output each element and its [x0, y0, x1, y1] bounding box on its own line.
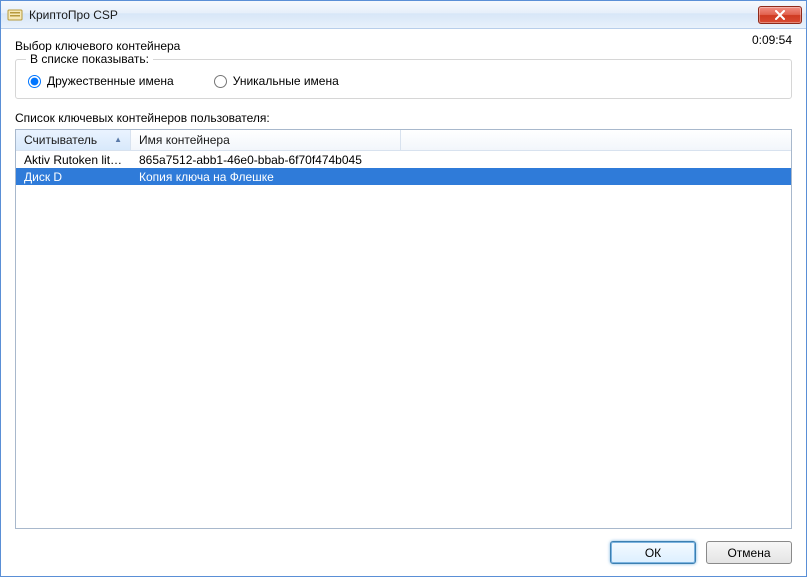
column-header-spacer: [401, 130, 791, 150]
listview-header: Считыватель ▲ Имя контейнера: [16, 130, 791, 151]
cell-reader: Диск D: [16, 170, 131, 184]
radio-friendly-label: Дружественные имена: [47, 74, 174, 88]
column-header-container-name[interactable]: Имя контейнера: [131, 130, 401, 150]
table-row[interactable]: Aktiv Rutoken lite 0865a7512-abb1-46e0-b…: [16, 151, 791, 168]
radio-unique-input[interactable]: [214, 75, 227, 88]
dialog-window: КриптоПро CSP 0:09:54 Выбор ключевого ко…: [0, 0, 807, 577]
app-icon: [7, 7, 23, 23]
sort-ascending-icon: ▲: [114, 135, 122, 144]
column-header-reader[interactable]: Считыватель ▲: [16, 130, 131, 150]
filter-groupbox: В списке показывать: Дружественные имена…: [15, 59, 792, 99]
cell-container-name: Копия ключа на Флешке: [131, 170, 401, 184]
section-title: Выбор ключевого контейнера: [15, 39, 792, 53]
radio-unique-names[interactable]: Уникальные имена: [214, 74, 339, 88]
ok-button[interactable]: ОК: [610, 541, 696, 564]
container-listview[interactable]: Считыватель ▲ Имя контейнера Aktiv Rutok…: [15, 129, 792, 529]
listview-body[interactable]: Aktiv Rutoken lite 0865a7512-abb1-46e0-b…: [16, 151, 791, 528]
countdown-timer: 0:09:54: [752, 33, 792, 47]
column-header-container-name-label: Имя контейнера: [139, 133, 230, 147]
window-title: КриптоПро CSP: [29, 8, 758, 22]
client-area: 0:09:54 Выбор ключевого контейнера В спи…: [1, 29, 806, 576]
table-row[interactable]: Диск DКопия ключа на Флешке: [16, 168, 791, 185]
radio-friendly-input[interactable]: [28, 75, 41, 88]
title-bar: КриптоПро CSP: [1, 1, 806, 29]
cell-container-name: 865a7512-abb1-46e0-bbab-6f70f474b045: [131, 153, 401, 167]
radio-friendly-names[interactable]: Дружественные имена: [28, 74, 174, 88]
filter-legend: В списке показывать:: [26, 52, 153, 66]
list-label: Список ключевых контейнеров пользователя…: [15, 111, 792, 125]
column-header-reader-label: Считыватель: [24, 133, 97, 147]
radio-unique-label: Уникальные имена: [233, 74, 339, 88]
cancel-button[interactable]: Отмена: [706, 541, 792, 564]
cell-reader: Aktiv Rutoken lite 0: [16, 153, 131, 167]
filter-radio-row: Дружественные имена Уникальные имена: [28, 70, 779, 88]
close-button[interactable]: [758, 6, 802, 24]
dialog-button-row: ОК Отмена: [15, 529, 792, 564]
